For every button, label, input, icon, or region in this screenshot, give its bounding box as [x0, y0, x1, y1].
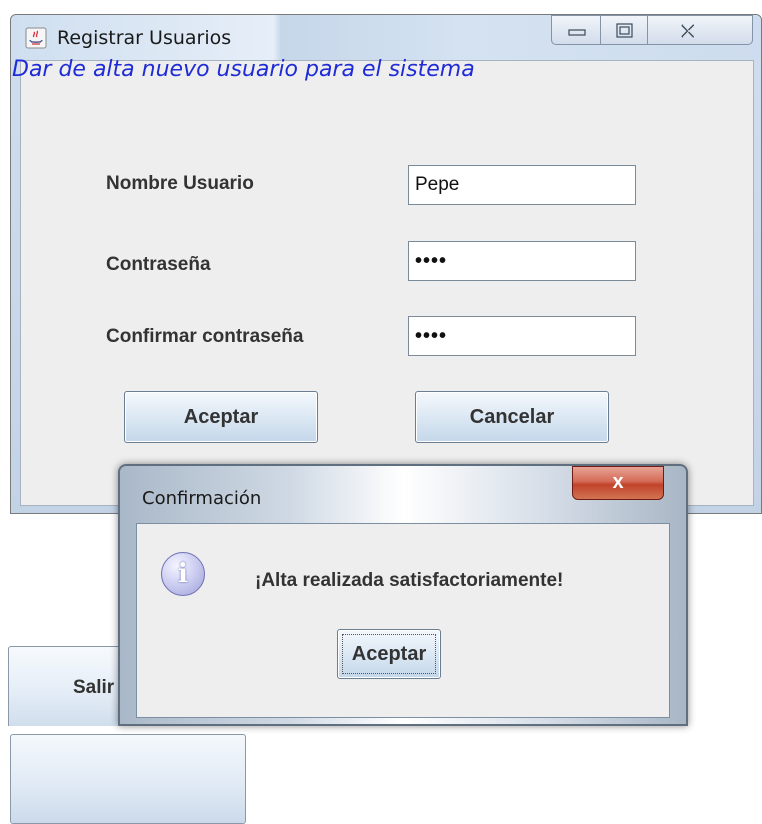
- maximize-icon: [616, 23, 633, 38]
- salir-button[interactable]: [10, 734, 246, 824]
- confirm-password-field[interactable]: ••••: [408, 316, 636, 356]
- minimize-button[interactable]: [551, 15, 601, 45]
- password-field[interactable]: ••••: [408, 241, 636, 281]
- dialog-close-button[interactable]: x: [572, 466, 664, 500]
- close-button[interactable]: [647, 15, 753, 45]
- close-icon: [681, 24, 696, 38]
- dialog-body: i ¡Alta realizada satisfactoriamente! Ac…: [136, 523, 670, 718]
- dialog-ok-button[interactable]: Aceptar: [337, 629, 441, 679]
- accept-button[interactable]: Aceptar: [124, 391, 318, 443]
- java-icon: [25, 27, 47, 49]
- username-field[interactable]: Pepe: [408, 165, 636, 205]
- dialog-message: ¡Alta realizada satisfactoriamente!: [255, 570, 564, 591]
- window-title: Registrar Usuarios: [57, 27, 232, 49]
- salir-label: Salir: [73, 677, 115, 698]
- form-heading: Dar de alta nuevo usuario para el sistem…: [12, 57, 475, 82]
- focus-ring: [342, 634, 436, 674]
- dialog-title: Confirmación: [142, 488, 262, 509]
- cancel-button[interactable]: Cancelar: [415, 391, 609, 443]
- maximize-button[interactable]: [600, 15, 648, 45]
- window-controls: [551, 15, 762, 45]
- username-label: Nombre Usuario: [106, 173, 254, 194]
- close-icon: x: [612, 471, 624, 493]
- confirm-password-label: Confirmar contraseña: [106, 326, 304, 347]
- info-icon: i: [161, 552, 205, 596]
- password-label: Contraseña: [106, 254, 211, 275]
- confirmation-dialog: Confirmación x i ¡Alta realizada satisfa…: [118, 464, 688, 726]
- minimize-icon: [568, 29, 586, 36]
